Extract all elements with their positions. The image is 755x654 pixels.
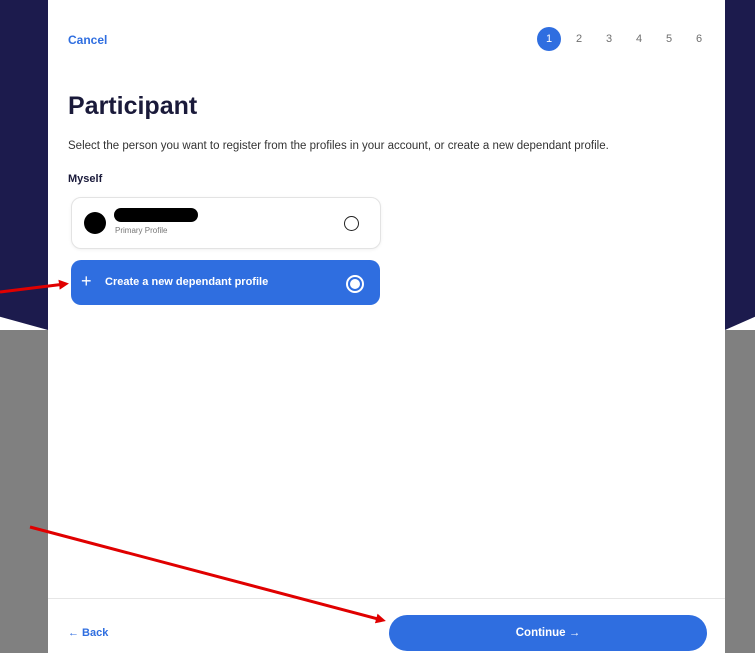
create-dependant-profile-option[interactable]: + Create a new dependant profile (71, 260, 380, 305)
step-3: 3 (605, 33, 613, 45)
step-4: 4 (635, 33, 643, 45)
plus-icon: + (81, 271, 92, 291)
step-indicator: 1 2 3 4 5 6 (537, 27, 717, 51)
create-dependant-profile-label: Create a new dependant profile (105, 276, 269, 288)
profile-type-label: Primary Profile (115, 226, 168, 235)
continue-button[interactable]: Continue → (389, 615, 707, 651)
redacted-name (114, 208, 198, 222)
step-6: 6 (695, 33, 703, 45)
page-subtitle: Select the person you want to register f… (68, 140, 609, 152)
background-navy-left (0, 0, 48, 330)
background-navy-right (725, 0, 755, 330)
step-2: 2 (575, 33, 583, 45)
step-5: 5 (665, 33, 673, 45)
background-gray-left (0, 330, 48, 653)
page-title: Participant (68, 92, 198, 120)
step-1: 1 (537, 27, 561, 51)
back-button[interactable]: ← Back (68, 627, 108, 639)
avatar (84, 212, 106, 234)
primary-profile-option[interactable]: Primary Profile (71, 197, 381, 249)
section-label-myself: Myself (68, 173, 103, 185)
primary-profile-radio[interactable] (344, 216, 359, 231)
footer-bar: ← Back Continue → (48, 598, 725, 654)
background-gray-right (725, 330, 755, 653)
registration-panel: Cancel 1 2 3 4 5 6 Participant Select th… (48, 0, 725, 654)
cancel-link[interactable]: Cancel (68, 33, 107, 47)
create-dependant-profile-radio[interactable] (346, 275, 364, 293)
